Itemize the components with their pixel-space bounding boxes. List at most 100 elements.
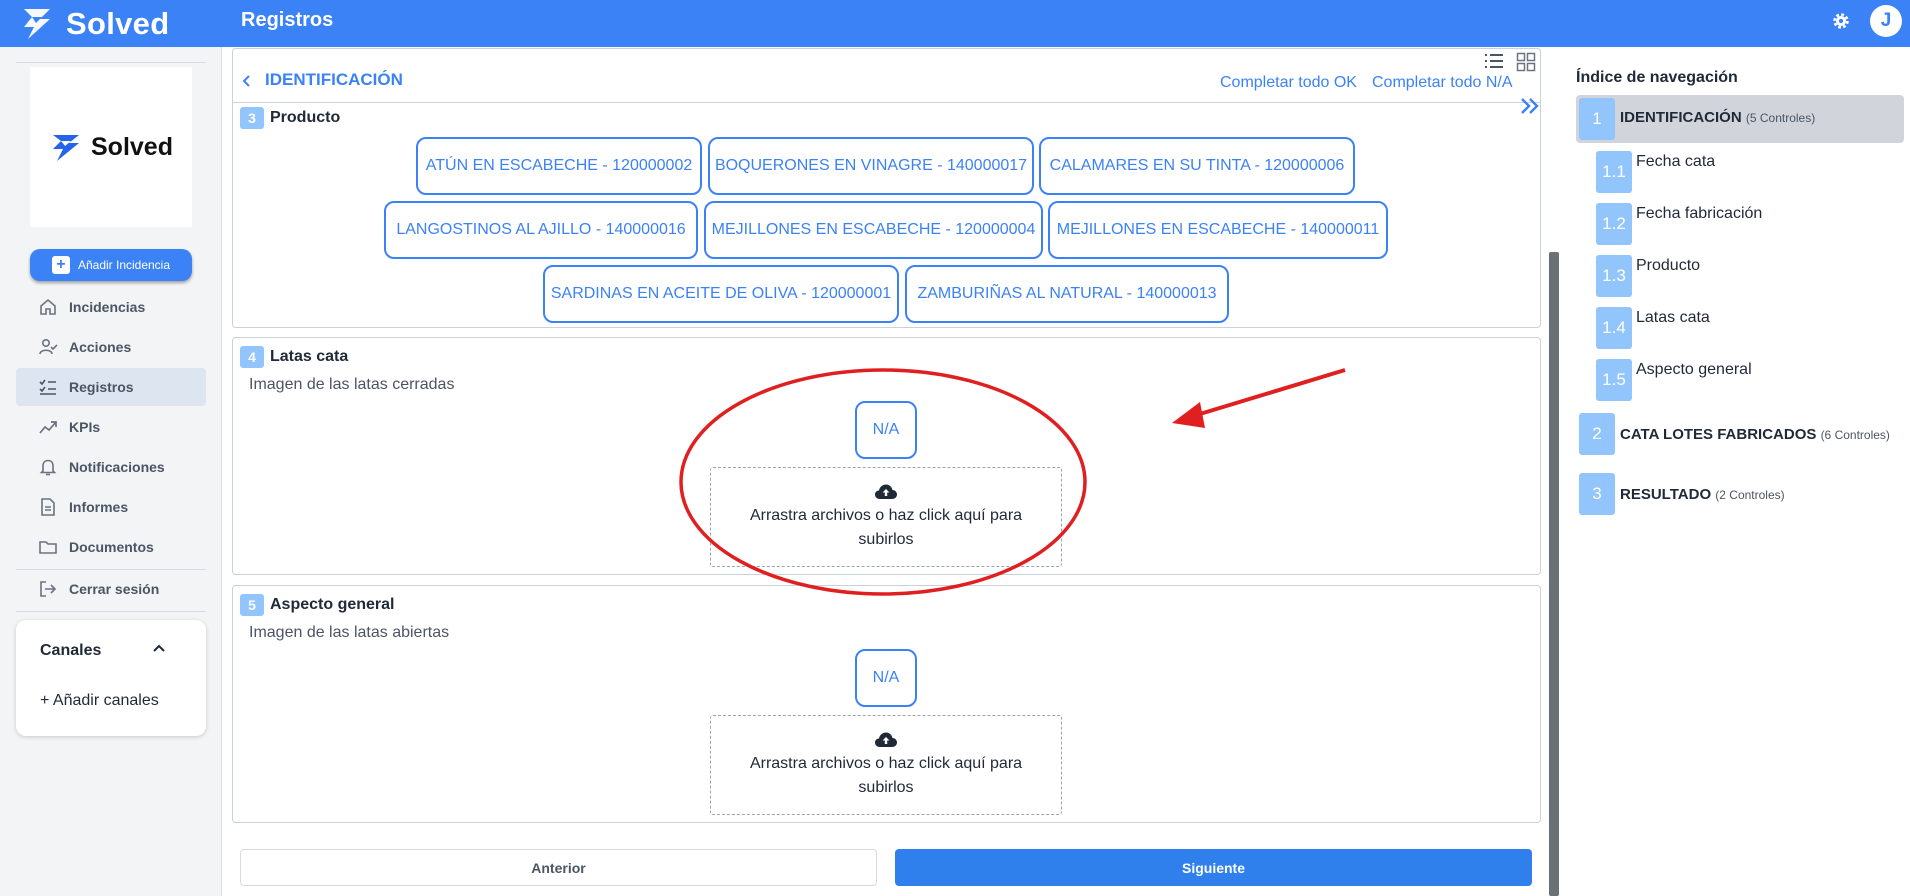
nav-group-controls: (6 Controles) [1820,428,1890,442]
folder-icon [39,541,57,554]
sidebar-item-incidencias[interactable]: Incidencias [16,288,206,326]
nav-group-title: CATA LOTES FABRICADOS [1620,426,1817,443]
sidebar-item-label: KPIs [69,419,101,435]
section-title: Latas cata [270,348,349,365]
sidebar-item-label: Registros [69,379,134,395]
na-button[interactable]: N/A [855,649,917,707]
logo-name: Solved [91,132,173,161]
complete-all-na-link[interactable]: Completar todo N/A [1372,74,1513,92]
nav-group-number[interactable]: 3 [1579,473,1615,515]
nav-group-number[interactable]: 2 [1579,413,1615,455]
home-icon [40,298,56,315]
top-bar: Solved Registros J [0,0,1910,47]
add-incident-button[interactable]: + Añadir Incidencia [30,249,192,281]
section-title: Aspecto general [270,596,395,613]
cloud-upload-icon [875,484,897,499]
sidebar-item-cerrar-sesion[interactable]: Cerrar sesión [16,570,206,608]
nav-group-cata-lotes[interactable]: CATA LOTES FABRICADOS (6 Controles) [1620,426,1890,443]
sidebar-item-label: Cerrar sesión [69,581,160,597]
section-number-badge: 3 [240,107,264,129]
nav-item-number[interactable]: 1.4 [1596,307,1632,349]
grid-view-icon[interactable] [1516,52,1536,72]
dropzone-text: Arrastra archivos o haz click aquí para … [749,755,1023,796]
gear-icon[interactable] [1830,10,1852,32]
nav-group-resultado[interactable]: RESULTADO (2 Controles) [1620,486,1785,503]
nav-item-producto[interactable]: Producto [1636,257,1700,275]
sidebar-item-label: Incidencias [69,299,146,315]
nav-group-identificacion[interactable]: IDENTIFICACIÓN (5 Controles) [1620,109,1815,126]
nav-item-aspecto-general[interactable]: Aspecto general [1636,361,1752,379]
section-number-badge: 5 [240,594,264,616]
sidebar-item-kpis[interactable]: KPIs [16,408,206,446]
section-header-latas-cata: 4 Latas cata [240,346,348,368]
file-dropzone[interactable]: Arrastra archivos o haz click aquí para … [710,715,1062,815]
left-sidebar: Solved + Añadir Incidencia Incidencias A… [0,47,222,896]
brand[interactable]: Solved [18,0,169,47]
document-icon [41,498,55,516]
trend-icon [39,421,57,434]
user-avatar[interactable]: J [1870,5,1902,37]
bell-icon [39,459,57,476]
divider [16,611,206,612]
product-option-button[interactable]: MEJILLONES EN ESCABECHE - 140000011 [1048,201,1388,259]
product-option-button[interactable]: MEJILLONES EN ESCABECHE - 120000004 [704,201,1043,259]
nav-group-title: IDENTIFICACIÓN [1620,109,1742,126]
product-option-button[interactable]: ATÚN EN ESCABECHE - 120000002 [416,137,702,195]
na-button[interactable]: N/A [855,401,917,459]
sidebar-item-informes[interactable]: Informes [16,488,206,526]
add-incident-label: Añadir Incidencia [77,258,171,272]
product-option-button[interactable]: CALAMARES EN SU TINTA - 120000006 [1039,137,1355,195]
previous-button[interactable]: Anterior [240,849,877,886]
nav-item-fecha-cata[interactable]: Fecha cata [1636,153,1715,171]
complete-all-ok-link[interactable]: Completar todo OK [1220,74,1357,92]
sidebar-item-label: Acciones [69,339,132,355]
company-logo: Solved [30,67,192,227]
nav-group-number[interactable]: 1 [1579,98,1615,140]
nav-item-number[interactable]: 1.2 [1596,203,1632,245]
double-chevron-right-icon[interactable] [1518,96,1542,116]
section-header-aspecto-general: 5 Aspecto general [240,594,394,616]
nav-item-number[interactable]: 1.3 [1596,255,1632,297]
next-button[interactable]: Siguiente [895,849,1532,886]
sidebar-item-label: Informes [69,499,129,515]
nav-group-title: RESULTADO [1620,486,1712,503]
brand-name: Solved [66,5,170,41]
nav-item-latas-cata[interactable]: Latas cata [1636,309,1710,327]
section-subtitle: Imagen de las latas cerradas [249,376,455,393]
section-header-producto: 3 Producto [240,107,340,129]
product-option-button[interactable]: BOQUERONES EN VINAGRE - 140000017 [708,137,1034,195]
section-number-badge: 4 [240,346,264,368]
section-title: Producto [270,109,341,126]
sidebar-item-notificaciones[interactable]: Notificaciones [16,448,206,486]
nav-group-controls: (5 Controles) [1745,111,1816,125]
add-channels-link[interactable]: + Añadir canales [40,692,159,710]
product-option-button[interactable]: LANGOSTINOS AL AJILLO - 140000016 [384,201,698,259]
nav-item-number[interactable]: 1.1 [1596,151,1632,193]
sidebar-item-acciones[interactable]: Acciones [16,328,206,366]
section-subtitle: Imagen de las latas abiertas [249,624,450,641]
product-option-button[interactable]: ZAMBURIÑAS AL NATURAL - 140000013 [905,265,1229,323]
navigation-index-title: Índice de navegación [1576,69,1738,86]
list-view-icon[interactable] [1484,53,1504,69]
sidebar-item-registros[interactable]: Registros [16,368,206,406]
nav-item-number[interactable]: 1.5 [1596,359,1632,401]
logout-icon [40,581,57,597]
sidebar-item-label: Documentos [69,539,154,555]
dropzone-text: Arrastra archivos o haz click aquí para … [749,507,1023,548]
solved-logo-icon [53,135,79,161]
file-dropzone[interactable]: Arrastra archivos o haz click aquí para … [710,467,1062,567]
user-check-icon [39,338,58,355]
divider [16,62,206,63]
nav-group-controls: (2 Controles) [1715,488,1785,502]
sidebar-item-label: Notificaciones [69,459,165,475]
page-title: Registros [241,8,334,31]
scrollbar-thumb[interactable] [1549,252,1559,896]
divider [233,102,1540,103]
solved-logo-icon [24,8,50,39]
chevron-up-icon[interactable] [152,642,166,656]
nav-item-fecha-fabricacion[interactable]: Fecha fabricación [1636,205,1762,223]
sidebar-item-documentos[interactable]: Documentos [16,528,206,566]
product-option-button[interactable]: SARDINAS EN ACEITE DE OLIVA - 120000001 [543,265,899,323]
chevron-left-icon[interactable] [240,72,252,90]
channels-panel: Canales + Añadir canales [16,620,206,736]
